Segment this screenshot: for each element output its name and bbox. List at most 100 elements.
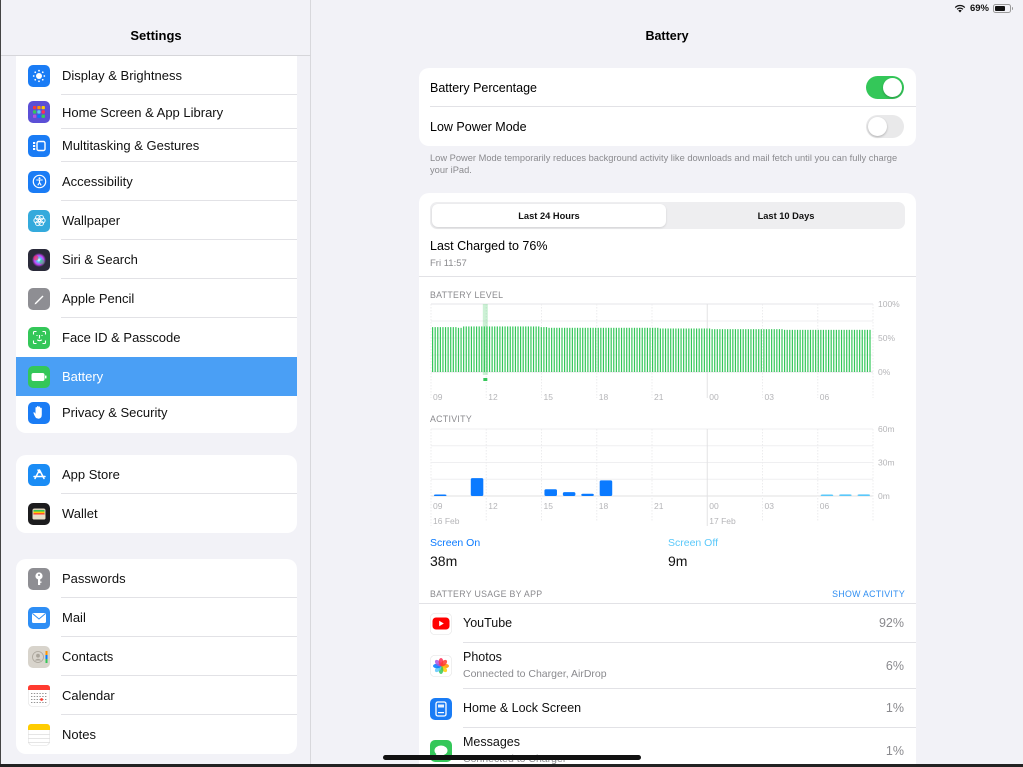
battery-level-bar [620,327,623,372]
battery-level-bar [828,329,830,372]
battery-level-bar [628,327,630,372]
home-lock-screen-icon [430,697,452,720]
battery-level-bar [476,326,478,372]
sidebar-title: Settings [130,28,182,43]
sidebar-item-notes[interactable]: Notes [16,715,297,754]
battery-level-bar [589,327,592,372]
activity-x-tick-label: 06 [820,501,830,511]
battery-level-bar [582,327,584,372]
face-id-icon [28,326,50,349]
app-usage-row[interactable]: Photos Connected to Charger, AirDrop 6% [419,643,916,689]
battery-level-bar [649,327,651,372]
battery-level-bar [468,326,470,372]
photos-icon [430,655,452,677]
sidebar-item-label: Privacy & Security [62,405,168,420]
sidebar-item-multitasking-and-gestures[interactable]: Multitasking & Gestures [16,129,297,162]
wifi-icon [954,4,966,13]
battery-level-bar [683,328,685,372]
battery-level-bar [755,329,757,372]
app-usage-row[interactable]: YouTube 92% [419,604,916,643]
sidebar-item-label: Apple Pencil [62,291,135,306]
sidebar-item-passwords[interactable]: Passwords [16,559,297,598]
screen-off-activity-bar [857,494,871,496]
sidebar-item-calendar[interactable]: Calendar [16,676,297,715]
battery-level-bar [869,329,871,372]
battery-level-bar [455,327,457,372]
low-power-mode-toggle[interactable] [866,115,904,138]
page-title: Battery [645,29,689,43]
battery-level-bar [527,326,529,372]
activity-x-tick-label: 03 [765,501,775,511]
battery-level-bar [538,326,540,372]
battery-percentage-row: Battery Percentage [419,68,916,107]
battery-level-bar [460,327,462,372]
sidebar-item-display-and-brightness[interactable]: Display & Brightness [16,56,297,95]
battery-level-bar [677,328,680,372]
activity-x-tick-label: 12 [488,501,498,511]
battery-percentage-toggle[interactable] [866,76,904,99]
battery-level-bar [794,329,796,372]
battery-level-bar [670,328,672,372]
low-power-mode-row: Low Power Mode [419,107,916,146]
sidebar-item-mail[interactable]: Mail [16,598,297,637]
wallet-icon [28,502,50,525]
battery-level-bar [457,327,460,372]
sidebar-item-battery[interactable]: Battery [16,357,297,396]
sidebar-item-wallet[interactable]: Wallet [16,494,297,533]
contacts-icon [28,645,50,668]
accessibility-icon [28,170,50,193]
battery-level-bar [548,327,550,372]
battery-level-bar [796,329,799,372]
battery-level-bar [517,326,519,372]
battery-level-bar [820,329,822,372]
battery-level-bar [742,329,744,372]
battery-level-bar [595,327,597,372]
sidebar-item-siri-and-search[interactable]: Siri & Search [16,240,297,279]
battery-level-bar [553,327,555,372]
sidebar-item-accessibility[interactable]: Accessibility [16,162,297,201]
app-usage-percentage: 1% [885,701,904,715]
sidebar-item-face-id-and-passcode[interactable]: Face ID & Passcode [16,318,297,357]
battery-level-bar [576,327,579,372]
battery-level-bar [659,328,661,372]
low-power-mode-footnote: Low Power Mode temporarily reduces backg… [430,153,898,175]
battery-level-bar [861,329,863,372]
battery-level-bar [610,327,612,372]
battery-level-bar [626,327,628,372]
battery-level-bar [543,327,545,372]
battery-level-bar [641,327,643,372]
sidebar-item-home-screen-and-app-library[interactable]: Home Screen & App Library [16,95,297,129]
sidebar-item-privacy-and-security[interactable]: Privacy & Security [16,396,297,429]
sidebar-item-wallpaper[interactable]: Wallpaper [16,201,297,240]
battery-level-bar [719,329,721,372]
sidebar-item-label: Passwords [62,571,126,586]
battery-level-bar [600,327,602,372]
charging-indicator [483,378,488,381]
battery-level-bar [605,327,607,372]
app-usage-row[interactable]: MessagesConnected to Charger1% [419,728,916,767]
battery-level-bar [760,329,762,372]
activity-y-tick-label: 60m [878,424,895,434]
battery-level-bar [701,328,703,372]
sidebar-item-app-store[interactable]: App Store [16,455,297,494]
battery-level-bar [507,326,509,372]
battery-level-bar [838,329,840,372]
home-indicator[interactable] [383,755,641,760]
battery-y-tick-label: 100% [878,299,900,309]
battery-charts[interactable]: 09 12 15 18 21 00 03 06 100% 50% 0% 09 12 15 18 21 00 03 0… [419,193,916,533]
battery-level-bar [711,329,713,372]
battery-level-bar [856,329,858,372]
battery-level-bar [504,326,506,372]
app-usage-row[interactable]: Home & Lock Screen 1% [419,689,916,728]
activity-date-label: 17 Feb [709,516,736,526]
sidebar-item-contacts[interactable]: Contacts [16,637,297,676]
battery-level-bar [734,329,737,372]
show-activity-button[interactable]: SHOW ACTIVITY [832,589,905,599]
sidebar-item-apple-pencil[interactable]: Apple Pencil [16,279,297,318]
activity-y-tick-label: 30m [878,458,895,468]
sidebar-item-label: Face ID & Passcode [62,330,181,345]
battery-level-bar [812,329,814,372]
activity-x-tick-label: 15 [544,501,554,511]
activity-x-tick-label: 00 [709,501,719,511]
activity-x-tick-label: 18 [599,501,609,511]
